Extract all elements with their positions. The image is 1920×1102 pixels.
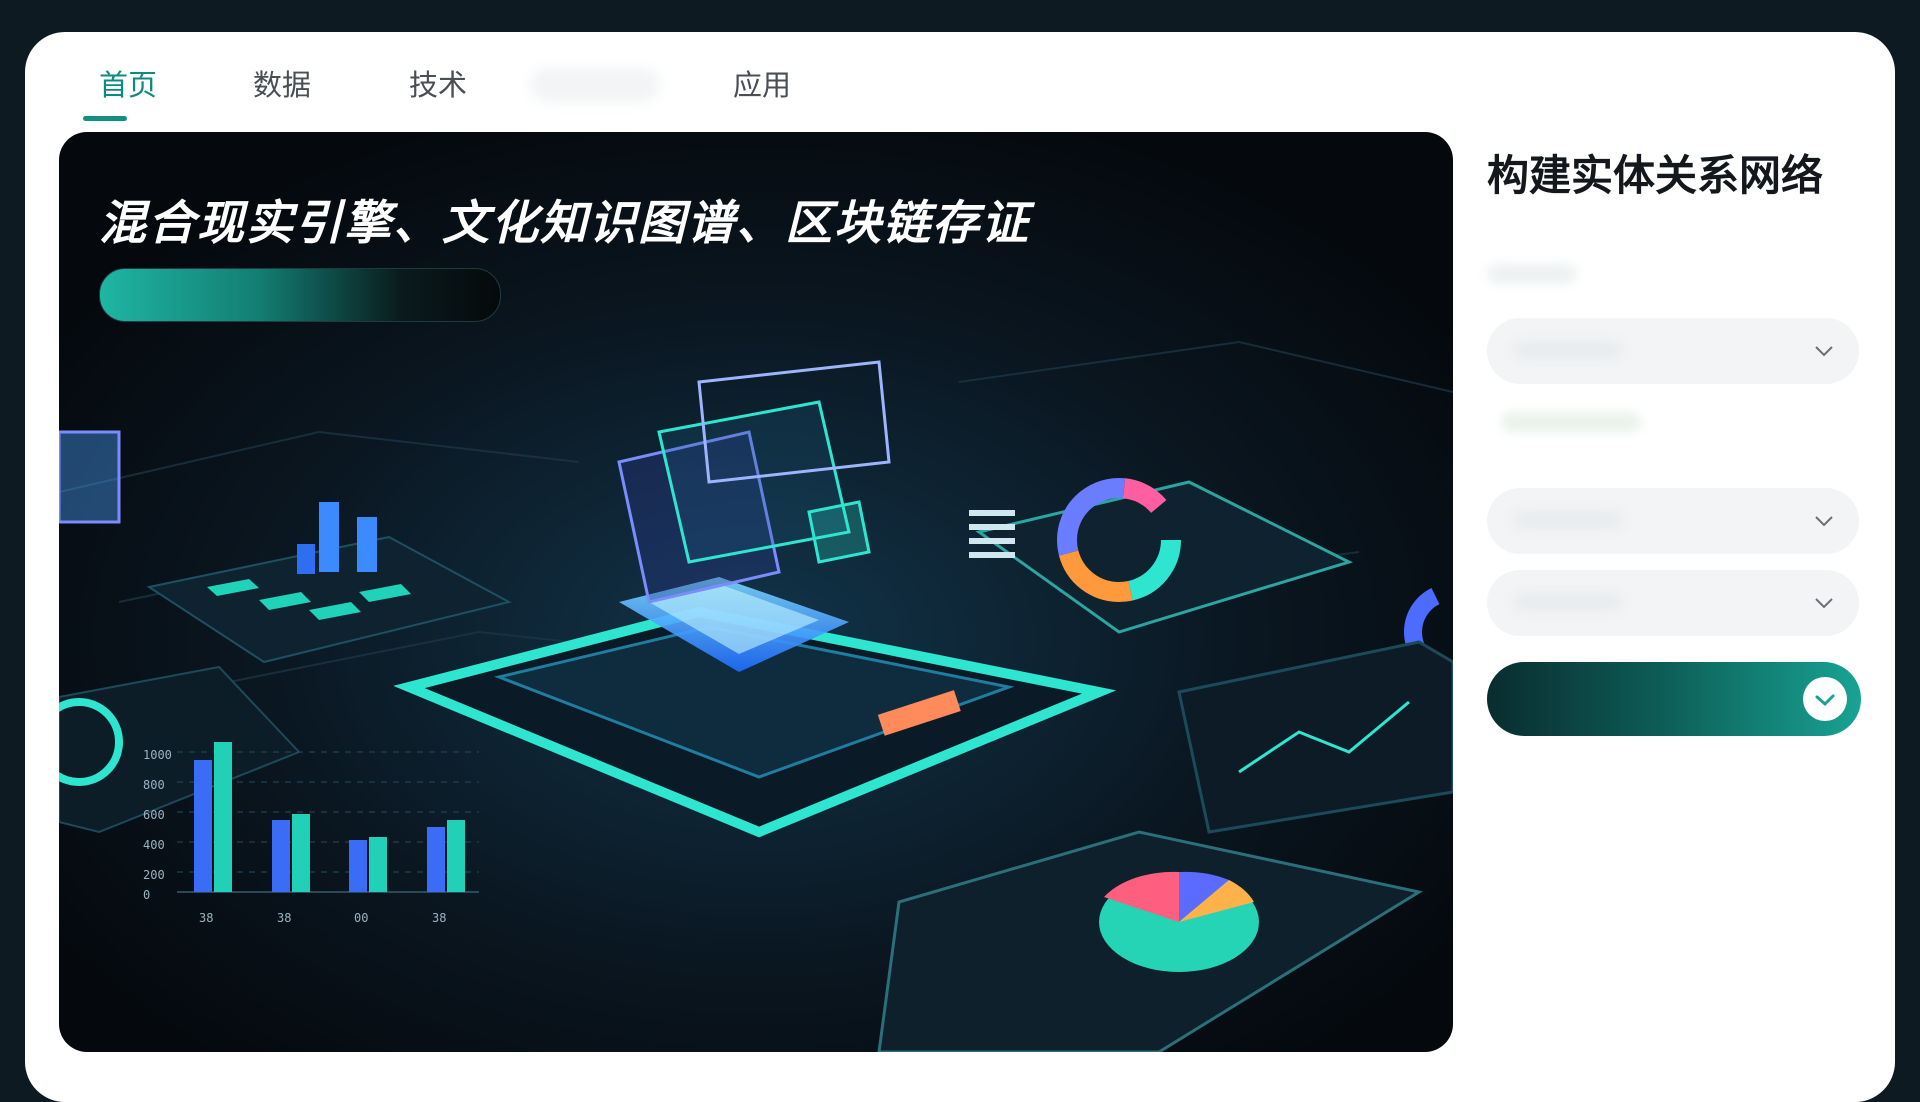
x-tick-1: 38 [277, 911, 291, 925]
select-placeholder [1513, 510, 1623, 530]
y-tick-2: 600 [143, 808, 165, 822]
tab-apps[interactable]: 应用 [733, 62, 791, 104]
blurred-label [1487, 264, 1577, 284]
x-tick-0: 38 [199, 911, 213, 925]
select-field-3[interactable] [1487, 570, 1859, 636]
chevron-down-icon [1815, 598, 1833, 609]
submit-button[interactable] [1487, 662, 1861, 736]
blurred-hint [1501, 412, 1641, 432]
chevron-down-icon [1815, 346, 1833, 357]
hero-progress-pill [99, 268, 501, 322]
hero-banner: 1000 800 600 400 200 0 38 38 00 38 混合现实引… [59, 132, 1453, 1052]
y-tick-1: 800 [143, 778, 165, 792]
y-tick-4: 200 [143, 868, 165, 882]
select-field-2[interactable] [1487, 488, 1859, 554]
y-tick-3: 400 [143, 838, 165, 852]
app-window: 首页 数据 技术 应用 1000 800 600 400 200 0 38 38… [25, 32, 1895, 1102]
x-tick-2: 00 [354, 911, 368, 925]
x-tick-3: 38 [432, 911, 446, 925]
check-icon-container [1803, 677, 1847, 721]
y-tick-5: 0 [143, 888, 150, 902]
y-tick-0: 1000 [143, 748, 172, 762]
active-tab-indicator [83, 116, 127, 121]
tab-home[interactable]: 首页 [99, 62, 157, 104]
select-placeholder [1513, 340, 1623, 360]
chevron-down-icon [1815, 516, 1833, 527]
select-field-1[interactable] [1487, 318, 1859, 384]
hero-title: 混合现实引擎、文化知识图谱、区块链存证 [99, 196, 1030, 251]
select-placeholder [1513, 592, 1623, 612]
tab-tech[interactable]: 技术 [409, 62, 467, 104]
blurred-nav-item [530, 68, 660, 102]
tab-data[interactable]: 数据 [253, 62, 311, 104]
side-panel: 构建实体关系网络 [1487, 142, 1867, 736]
check-icon [1815, 694, 1835, 707]
panel-title: 构建实体关系网络 [1487, 151, 1824, 200]
